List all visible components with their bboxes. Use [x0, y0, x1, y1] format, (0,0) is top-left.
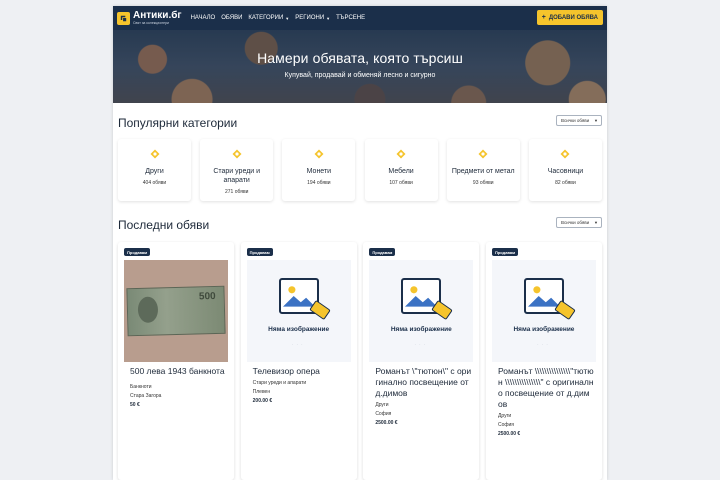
tag-icon	[478, 149, 488, 159]
listing-title[interactable]: Романът \"тютюн\" с оригинално посвещени…	[375, 366, 471, 428]
category-count: 404 обяви	[142, 179, 167, 186]
no-image-placeholder: Няма изображение ···	[246, 260, 351, 362]
category-count: 271 обяви	[224, 188, 249, 195]
listing-price: 200.00 €	[252, 398, 273, 405]
logo-icon	[117, 11, 130, 25]
listing-badge: Продавам	[369, 248, 396, 256]
category-count: 93 обяви	[472, 179, 494, 186]
no-image-placeholder: Няма изображение ···	[491, 260, 596, 362]
page: Антики.бг Свят за колекционери НАЧАЛО ОБ…	[113, 6, 607, 480]
nav-item-listings[interactable]: ОБЯВИ	[221, 15, 242, 21]
listings-grid: Продавам 500 500 лева 1943 банкнота Банк…	[118, 242, 602, 480]
chevron-down-icon: ▼	[285, 15, 290, 21]
price-tag-icon	[431, 299, 454, 321]
listing-title[interactable]: Телевизор опера Стари уреди и апарати Пл…	[253, 366, 349, 406]
listing-location: Стара Загора	[130, 393, 162, 400]
listing-image[interactable]: Няма изображение ···	[491, 260, 596, 362]
chevron-down-icon: ▼	[594, 118, 598, 123]
no-image-label: Няма изображение	[513, 326, 575, 333]
listing-image[interactable]: Няма изображение ···	[369, 260, 474, 362]
no-image-label: Няма изображение	[268, 326, 330, 333]
category-card[interactable]: Предмети от метал 93 обяви	[446, 139, 520, 201]
no-image-placeholder: Няма изображение ···	[369, 260, 474, 362]
tag-icon	[396, 149, 406, 159]
hero-overlay	[113, 30, 607, 103]
main-nav: НАЧАЛО ОБЯВИ КАТЕГОРИИ ▼ РЕГИОНИ ▼ ТЪРСЕНЕ	[191, 15, 372, 21]
category-grid: Други 404 обяви Стари уреди и апарати 27…	[118, 139, 602, 201]
listing-card[interactable]: Продавам 500 500 лева 1943 банкнота Банк…	[118, 242, 234, 480]
listing-category: Стари уреди и апарати	[252, 380, 307, 387]
decor-dots: ···	[536, 342, 551, 348]
nav-item-home[interactable]: НАЧАЛО	[191, 15, 216, 21]
category-card[interactable]: Часовници 82 обяви	[528, 139, 602, 201]
hero-title: Намери обявата, която търсиш	[257, 50, 463, 66]
listing-card[interactable]: Продавам Няма изображение ··· Романът \"…	[363, 242, 480, 480]
add-listing-button[interactable]: + ДОБАВИ ОБЯВА	[536, 10, 603, 25]
latest-filter-select[interactable]: Всички обяви ▼	[556, 217, 602, 228]
listing-price: 2500.00 €	[497, 431, 521, 438]
listing-title[interactable]: Романът \\\\\\\\\\\\\\\"тютюн \\\\\\\\\\…	[498, 366, 594, 439]
category-name: Мебели	[388, 168, 414, 175]
hero-banner: Намери обявата, която търсиш Купувай, пр…	[113, 30, 607, 103]
tag-icon	[150, 149, 159, 159]
category-name: Други	[145, 168, 164, 175]
popular-filter-select[interactable]: Всички обяви ▼	[556, 115, 602, 126]
category-count: 82 обяви	[555, 179, 576, 186]
listing-title[interactable]: 500 лева 1943 банкнота Банкноти Стара За…	[130, 366, 226, 410]
latest-listings-title: Последни обяви	[118, 218, 210, 232]
category-card[interactable]: Други 404 обяви	[118, 139, 191, 201]
popular-categories-title: Популярни категории	[118, 116, 238, 130]
listing-price: 50 €	[130, 402, 140, 409]
decor-dots: ···	[414, 342, 429, 348]
hero-subtitle: Купувай, продавай и обменяй лесно и сигу…	[284, 72, 436, 79]
category-count: 107 обяви	[389, 179, 413, 186]
listing-card[interactable]: Продавам Няма изображение ··· Романът \\…	[485, 242, 602, 480]
logo[interactable]: Антики.бг Свят за колекционери	[117, 9, 182, 26]
brand-tagline: Свят за колекционери	[133, 20, 169, 25]
chevron-down-icon: ▼	[326, 15, 331, 21]
tag-icon	[314, 149, 324, 159]
nav-item-regions[interactable]: РЕГИОНИ ▼	[295, 15, 330, 21]
category-card[interactable]: Стари уреди и апарати 271 обяви	[200, 139, 274, 201]
category-card[interactable]: Мебели 107 обяви	[364, 139, 438, 201]
category-name: Монети	[306, 168, 332, 175]
nav-item-categories[interactable]: КАТЕГОРИИ ▼	[248, 15, 289, 21]
listing-category: Други	[497, 413, 512, 420]
listing-category: Банкноти	[130, 384, 152, 391]
listing-badge: Продавам	[491, 248, 519, 256]
listing-location: Плевен	[252, 389, 271, 396]
listing-badge: Продавам	[246, 248, 273, 256]
listing-location: София	[375, 411, 392, 418]
listing-card[interactable]: Продавам Няма изображение ··· Телевизор …	[240, 242, 357, 480]
listing-price: 2500.00 €	[375, 420, 398, 427]
no-image-label: Няма изображение	[390, 326, 452, 333]
listing-category: Други	[375, 402, 389, 409]
price-tag-icon	[554, 299, 576, 321]
plus-icon: +	[541, 14, 546, 21]
chevron-down-icon: ▼	[594, 220, 598, 225]
listing-image[interactable]: 500	[124, 260, 228, 362]
category-name: Стари уреди и апарати	[213, 168, 261, 184]
category-count: 194 обяви	[307, 179, 331, 186]
top-navbar: Антики.бг Свят за колекционери НАЧАЛО ОБ…	[113, 6, 607, 30]
nav-item-search[interactable]: ТЪРСЕНЕ	[336, 15, 365, 21]
decor-dots: ···	[291, 342, 306, 348]
listing-image[interactable]: Няма изображение ···	[246, 260, 351, 362]
category-card[interactable]: Монети 194 обяви	[282, 139, 356, 201]
tag-icon	[232, 149, 242, 159]
listing-badge: Продавам	[124, 248, 151, 256]
tag-icon	[560, 149, 570, 159]
category-name: Часовници	[547, 168, 584, 175]
banknote-image: 500	[124, 260, 228, 362]
listing-location: София	[497, 422, 514, 429]
brand-name: Антики.бг	[133, 9, 182, 21]
category-name: Предмети от метал	[451, 168, 515, 175]
